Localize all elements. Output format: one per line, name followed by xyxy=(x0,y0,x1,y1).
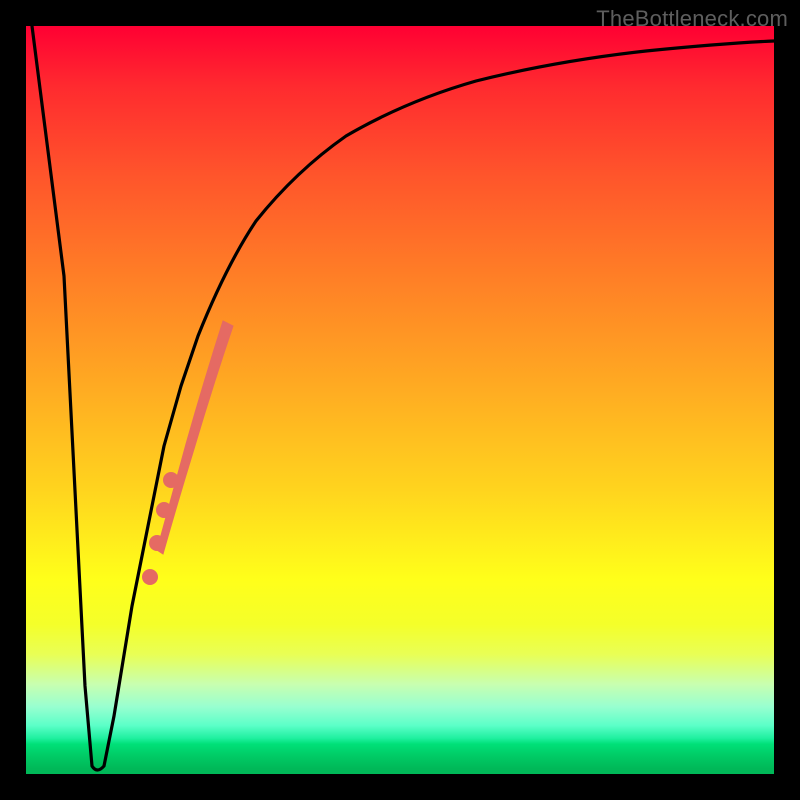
highlight-dot xyxy=(156,502,172,518)
chart-stage: TheBottleneck.com xyxy=(0,0,800,800)
highlight-dot xyxy=(142,569,158,585)
highlight-dot xyxy=(163,472,179,488)
bottleneck-curve xyxy=(32,26,774,770)
watermark-text: TheBottleneck.com xyxy=(596,6,788,32)
highlight-segment xyxy=(157,321,233,554)
highlight-dot xyxy=(149,535,165,551)
plot-area xyxy=(26,26,774,774)
curve-layer xyxy=(26,26,774,774)
